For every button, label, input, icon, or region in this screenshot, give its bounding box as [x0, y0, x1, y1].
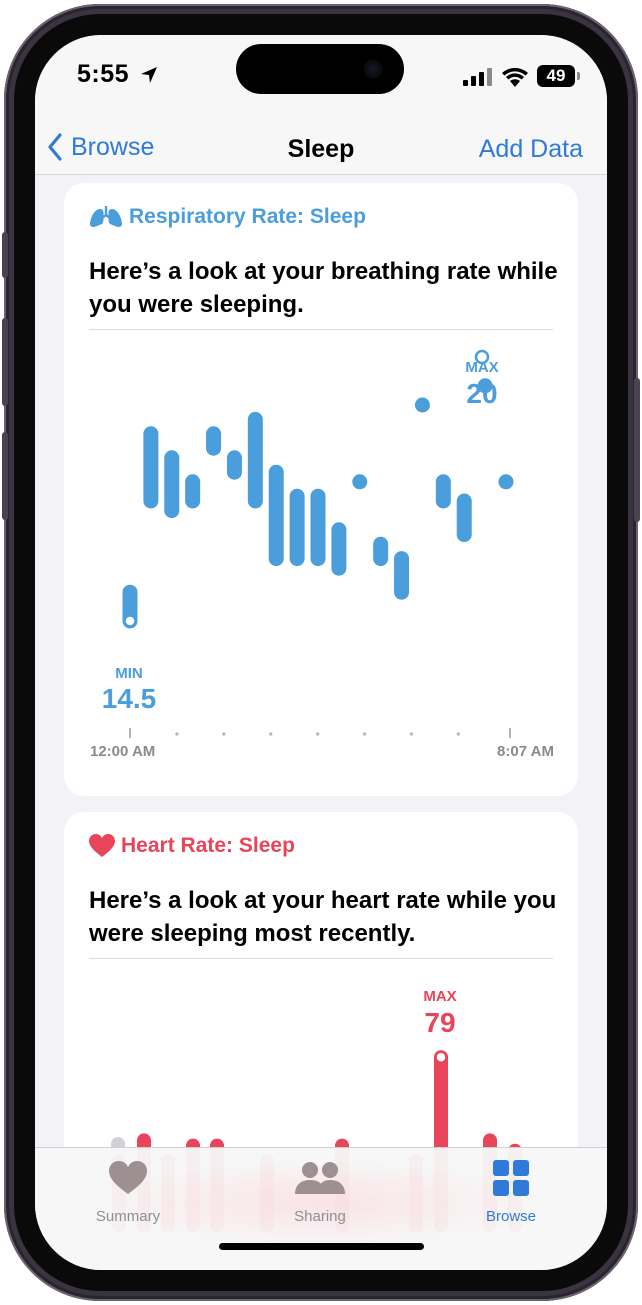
location-arrow-icon: [141, 67, 157, 83]
camera-icon: [364, 60, 382, 78]
axis-dot: [222, 732, 226, 736]
grid-icon: [493, 1160, 529, 1196]
heart-max-label: MAX: [423, 988, 457, 1005]
resp-range-bar: [352, 474, 368, 490]
power-button: [634, 378, 640, 522]
add-data-button[interactable]: Add Data: [479, 135, 583, 164]
resp-max-label: MAX: [465, 359, 499, 376]
resp-range-bar: [289, 488, 305, 567]
resp-range-bar: [456, 493, 472, 543]
resp-range-bar: [373, 536, 389, 567]
battery-icon: 49: [537, 65, 575, 87]
resp-range-bar: [247, 411, 263, 509]
x-axis-end-label: 8:07 AM: [497, 743, 554, 760]
tab-sharing-label: Sharing: [294, 1208, 346, 1225]
home-indicator: [219, 1243, 424, 1250]
resp-max-value: 20: [466, 378, 498, 409]
heart-max-marker: [434, 1050, 448, 1064]
resp-min-marker: [123, 614, 137, 628]
tab-sharing[interactable]: Sharing: [250, 1158, 390, 1225]
axis-dot: [362, 732, 367, 736]
status-bar: 5:55 49: [35, 35, 607, 121]
status-time: 5:55: [77, 60, 130, 88]
tab-browse[interactable]: Browse: [441, 1158, 581, 1225]
axis-dot: [409, 732, 414, 736]
x-axis-start-label: 12:00 AM: [90, 743, 156, 760]
resp-range-bar: [394, 551, 410, 600]
navigation-bar: Browse Sleep Add Data: [35, 121, 607, 175]
resp-range-bar: [414, 397, 430, 413]
battery-cap: [577, 72, 580, 80]
tab-summary-label: Summary: [95, 1208, 161, 1225]
resp-range-bar: [331, 522, 347, 576]
tab-summary[interactable]: Summary: [58, 1158, 198, 1225]
volume-down-button: [2, 432, 8, 520]
axis-dot: [269, 732, 273, 736]
axis-dot: [316, 732, 320, 736]
resp-range-bar: [498, 474, 514, 490]
resp-range-bar: [268, 464, 284, 567]
screen: 5:55 49 Browse Sleep Add Data Respirator…: [35, 35, 607, 1270]
dynamic-island: [236, 44, 404, 94]
tab-bar: Summary Sharing Browse: [35, 1147, 607, 1270]
heart-icon: [109, 1161, 147, 1194]
tab-browse-label: Browse: [485, 1208, 537, 1225]
resp-min-value: 14.5: [101, 683, 157, 714]
resp-range-bar: [185, 474, 201, 509]
resp-min-label: MIN: [115, 665, 143, 682]
respiratory-rate-card[interactable]: Respiratory Rate: Sleep Here’s a look at…: [64, 183, 578, 796]
resp-range-bar: [164, 450, 180, 519]
axis-dot: [175, 732, 179, 736]
people-icon: [295, 1162, 345, 1194]
cellular-signal-icon: [463, 68, 492, 86]
battery-level: 49: [546, 66, 566, 85]
volume-up-button: [2, 318, 8, 406]
resp-range-bar: [206, 426, 222, 456]
resp-range-bar: [226, 450, 242, 480]
resp-range-bar: [435, 474, 451, 509]
axis-dot: [456, 732, 460, 736]
resp-range-bar: [143, 426, 159, 509]
heart-max-value: 79: [424, 1007, 456, 1038]
resp-range-bar: [310, 488, 326, 567]
action-button: [2, 232, 8, 278]
wifi-icon: [502, 67, 528, 87]
